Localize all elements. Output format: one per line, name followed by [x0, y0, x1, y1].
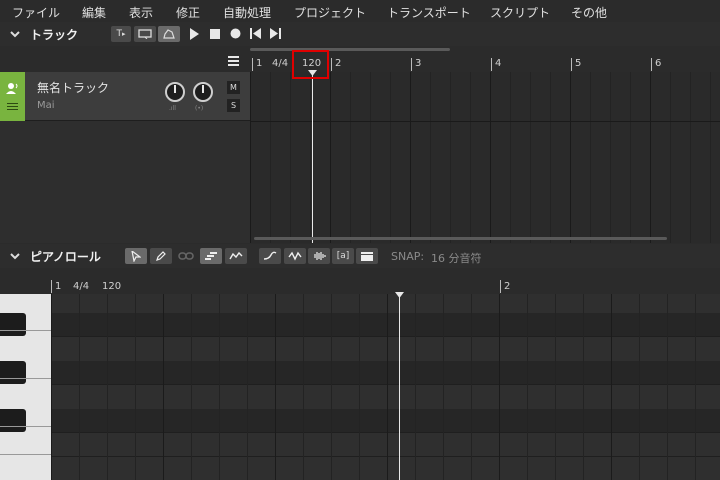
track-instrument: Mai — [37, 100, 55, 111]
menu-other[interactable]: その他 — [571, 4, 607, 21]
curve-icon — [263, 251, 277, 260]
waveform-icon — [314, 252, 326, 260]
track-name[interactable]: 無名トラック — [37, 79, 109, 96]
pr-ruler-time-signature: 4/4 — [73, 281, 90, 292]
menu-script[interactable]: スクリプト — [490, 4, 550, 21]
menu-bar: ファイル 編集 表示 修正 自動処理 プロジェクト トランスポート スクリプト … — [0, 0, 720, 22]
track-playhead[interactable] — [312, 72, 313, 243]
cloud-icon — [163, 29, 175, 39]
ruler-bar-2: 2 — [335, 58, 342, 69]
solo-button[interactable]: S — [227, 99, 240, 112]
piano-black-key[interactable] — [0, 313, 26, 336]
skip-back-icon[interactable] — [250, 28, 261, 39]
ruler-bar-6: 6 — [655, 58, 662, 69]
pan-scale-icon: (•) — [195, 105, 204, 112]
track-tool-button[interactable]: T ▸ — [111, 26, 131, 42]
pitch-curve-icon — [229, 251, 243, 260]
note-tool-button[interactable] — [200, 248, 222, 264]
pr-ruler-bar-2: 2 — [504, 281, 511, 292]
loop-button[interactable] — [134, 26, 156, 42]
menu-edit[interactable]: 編集 — [82, 4, 106, 21]
menu-automation[interactable]: 自動処理 — [223, 4, 271, 21]
track-row[interactable]: 無名トラック Mai .ıll (•) M S — [0, 72, 250, 121]
waveform-button[interactable] — [308, 248, 330, 264]
notes-icon — [205, 252, 217, 260]
menu-modify[interactable]: 修正 — [176, 4, 200, 21]
menu-icon[interactable] — [228, 56, 239, 66]
lyric-tool-button[interactable]: [a] — [332, 248, 354, 264]
ruler-bar-3: 3 — [415, 58, 422, 69]
menu-project[interactable]: プロジェクト — [294, 4, 366, 21]
cursor-icon — [131, 250, 141, 262]
loop-icon — [138, 29, 152, 39]
volume-knob[interactable] — [165, 82, 185, 102]
piano-roll-title: ピアノロール — [30, 249, 101, 264]
pencil-icon — [156, 251, 166, 261]
track-list: 無名トラック Mai .ıll (•) M S — [0, 72, 250, 243]
piano-roll-grid[interactable] — [51, 294, 720, 480]
pencil-tool-button[interactable] — [150, 248, 172, 264]
drag-handle-icon[interactable] — [7, 103, 18, 111]
track-horizontal-scrollbar[interactable] — [254, 237, 667, 240]
overview-scrollbar[interactable] — [250, 48, 450, 51]
menu-file[interactable]: ファイル — [12, 4, 60, 21]
snap-label: SNAP: — [391, 250, 425, 263]
select-tool-button[interactable] — [125, 248, 147, 264]
skip-forward-icon[interactable] — [270, 28, 281, 39]
track-section-title: トラック — [30, 27, 79, 42]
vibrato-button[interactable] — [259, 248, 281, 264]
cloud-button[interactable] — [158, 26, 180, 42]
piano-keyboard[interactable] — [0, 294, 51, 480]
clapperboard-icon — [361, 251, 373, 261]
ruler-bar-4: 4 — [495, 58, 502, 69]
singer-icon — [6, 83, 18, 94]
ruler-bar-5: 5 — [575, 58, 582, 69]
tempo-highlight-box — [292, 50, 329, 79]
piano-roll-header: ピアノロール [a] — [0, 244, 720, 268]
menu-transport[interactable]: トランスポート — [387, 4, 471, 21]
piano-roll-playhead[interactable] — [399, 294, 400, 480]
chevron-down-icon[interactable] — [9, 28, 21, 40]
chevron-down-icon[interactable] — [9, 250, 21, 262]
pr-ruler-tempo: 120 — [102, 281, 122, 292]
stop-icon[interactable] — [210, 29, 220, 39]
track-section-header: トラック T ▸ — [0, 22, 720, 46]
volume-scale-icon: .ıll — [169, 105, 176, 112]
ruler-bar-1: 1 — [256, 58, 263, 69]
record-icon[interactable] — [230, 28, 241, 39]
pr-ruler-bar-1: 1 — [55, 281, 62, 292]
track-timeline-grid[interactable] — [250, 72, 720, 243]
pitch-curve-button[interactable] — [225, 248, 247, 264]
piano-black-key[interactable] — [0, 361, 26, 384]
snap-value-select[interactable]: 16 分音符 — [431, 250, 482, 266]
play-icon[interactable] — [189, 28, 199, 40]
wave-icon — [288, 251, 302, 261]
menu-view[interactable]: 表示 — [129, 4, 153, 21]
track-color-strip — [0, 72, 25, 121]
ruler-time-signature: 4/4 — [272, 58, 289, 69]
piano-black-key[interactable] — [0, 409, 26, 432]
piano-roll-ruler[interactable]: 1 4/4 120 2 — [51, 280, 720, 294]
clapper-button[interactable] — [356, 248, 378, 264]
wave-button[interactable] — [284, 248, 306, 264]
pan-knob[interactable] — [193, 82, 213, 102]
mute-button[interactable]: M — [227, 81, 240, 94]
link-icon[interactable] — [178, 250, 194, 262]
